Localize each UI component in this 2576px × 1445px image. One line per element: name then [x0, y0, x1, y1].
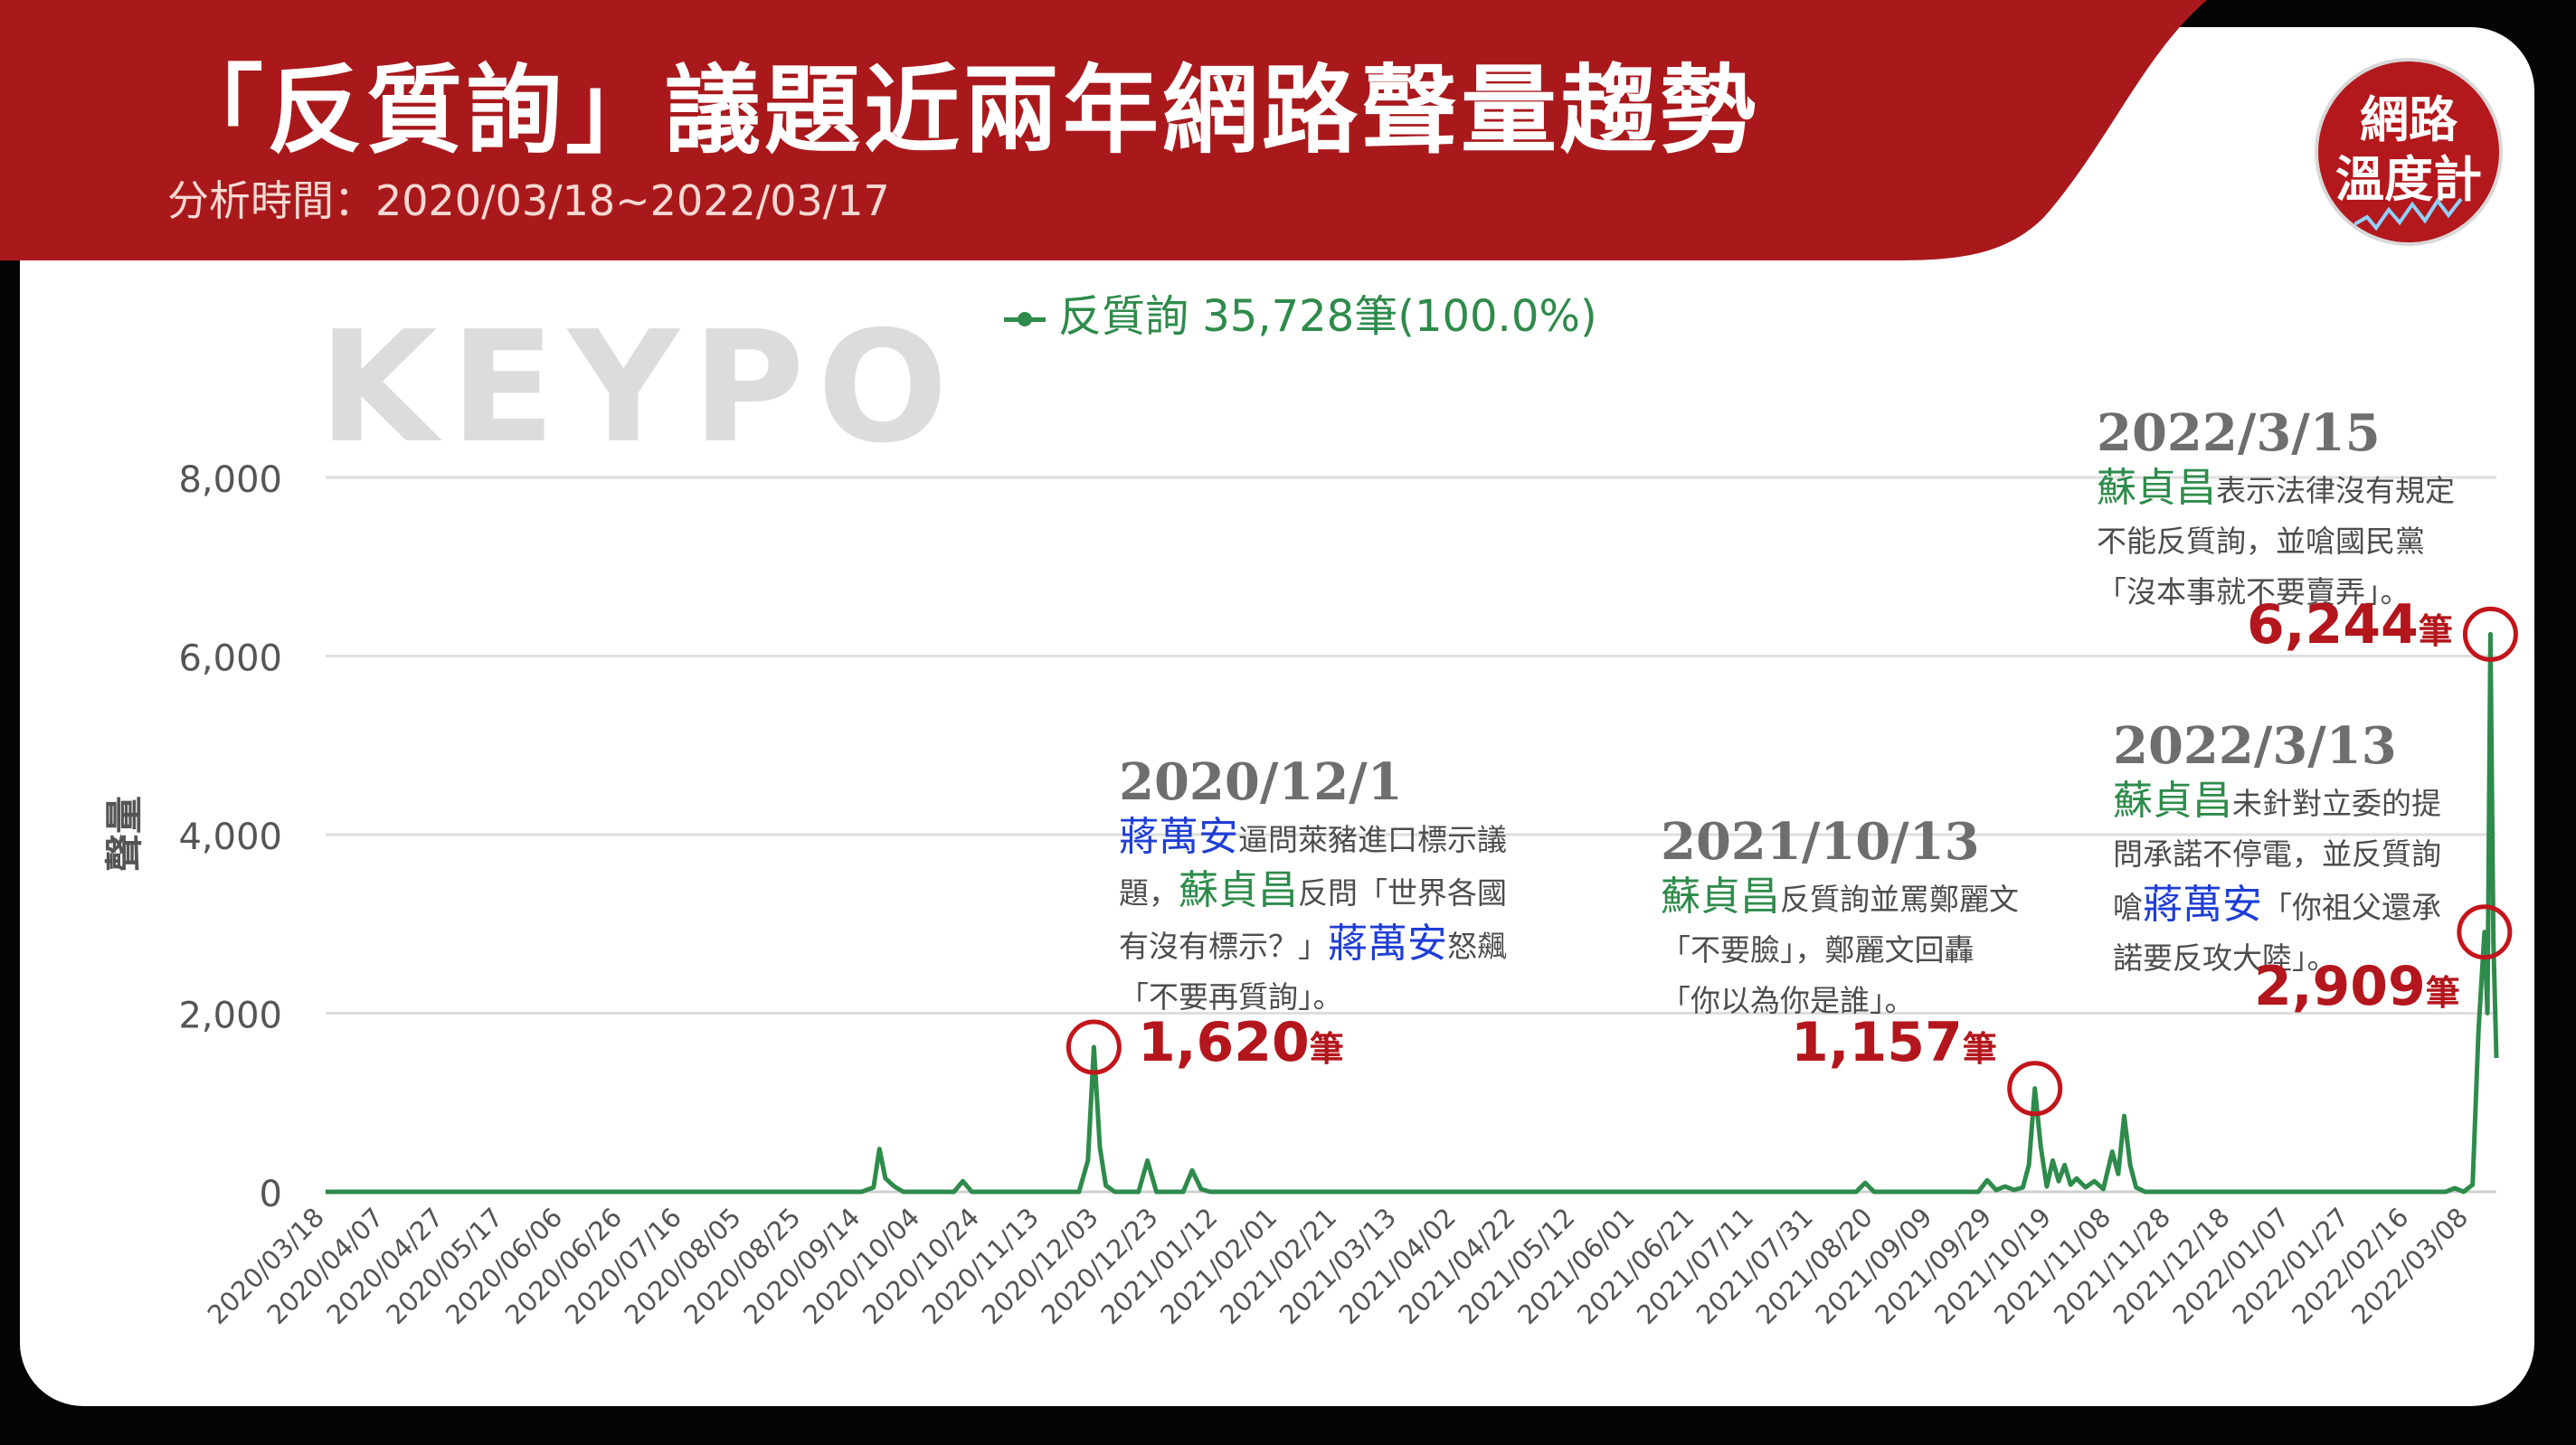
annotation-line: 蘇貞昌表示法律沒有規定 — [2097, 463, 2455, 516]
count-unit: 筆 — [1962, 1029, 1997, 1069]
annotation-line: 嗆蔣萬安「你祖父還承 — [2113, 880, 2441, 933]
annotation-2022-3-13: 2022/3/13 蘇貞昌未針對立委的提 問承諾不停電，並反質詢 嗆蔣萬安「你祖父還… — [2113, 716, 2441, 984]
y-tick-label: 4,000 — [178, 817, 282, 858]
x-axis-ticks: 2020/03/182020/04/072020/04/272020/05/17… — [202, 1202, 2475, 1330]
y-tick-label: 8,000 — [178, 459, 282, 501]
annotation-2020-12-1: 2020/12/1 蔣萬安逼問萊豬進口標示議 題，蘇貞昌反問「世界各國 有沒有標示？… — [1119, 752, 1507, 1023]
annotation-line: 蘇貞昌未針對立委的提 — [2113, 776, 2441, 829]
annotation-date: 2020/12/1 — [1119, 752, 1403, 812]
y-axis-ticks: 0 2,000 4,000 6,000 8,000 — [178, 459, 282, 1215]
person-name: 蘇貞昌 — [2113, 778, 2232, 824]
annotation-count-2020-12-1: 1,620筆 — [1138, 1011, 1344, 1074]
annotation-date: 2022/3/13 — [2113, 716, 2397, 776]
y-tick-label: 6,000 — [178, 638, 282, 680]
annotation-text: 蔣萬安逼問萊豬進口標示議 題，蘇貞昌反問「世界各國 有沒有標示？」蔣萬安怒飆 「不要再… — [1119, 812, 1507, 1023]
person-name: 蘇貞昌 — [1661, 874, 1780, 920]
person-name: 蔣萬安 — [1328, 921, 1447, 967]
y-axis-label: 聲量 — [102, 796, 147, 872]
annotation-text: 蘇貞昌反質詢並罵鄭麗文 「不要臉」，鄭麗文回轟 「你以為你是誰」。 — [1661, 872, 2019, 1026]
annotation-segment: 逼問萊豬進口標示議 — [1238, 822, 1507, 857]
annotation-2022-3-15: 2022/3/15 蘇貞昌表示法律沒有規定 不能反質詢，並嗆國民黨 「沒本事就不要賣… — [2097, 403, 2455, 618]
annotation-segment: 「你祖父還承 — [2262, 890, 2441, 925]
count-value: 1,620 — [1138, 1011, 1310, 1074]
annotation-line: 蔣萬安逼問萊豬進口標示議 — [1119, 812, 1507, 865]
annotation-segment: 反質詢並罵鄭麗文 — [1780, 882, 2019, 917]
person-name: 蘇貞昌 — [2097, 465, 2216, 511]
annotation-segment: 未針對立委的提 — [2232, 786, 2441, 821]
y-tick-label: 2,000 — [178, 996, 282, 1037]
annotation-text: 蘇貞昌未針對立委的提 問承諾不停電，並反質詢 嗆蔣萬安「你祖父還承 諾要反攻大陸」。 — [2113, 776, 2441, 984]
annotation-2021-10-13: 2021/10/13 蘇貞昌反質詢並罵鄭麗文 「不要臉」，鄭麗文回轟 「你以為你是誰… — [1661, 812, 2019, 1026]
annotation-line: 有沒有標示？」蔣萬安怒飆 — [1119, 919, 1507, 972]
annotation-date: 2022/3/15 — [2097, 403, 2381, 463]
annotation-segment: 「不要臉」，鄭麗文回轟 — [1661, 932, 1975, 968]
annotation-segment: 反問「世界各國 — [1298, 875, 1507, 911]
count-unit: 筆 — [2418, 611, 2453, 651]
count-value: 6,244 — [2247, 593, 2419, 656]
annotation-count-2022-3-13: 2,909筆 — [2254, 955, 2460, 1018]
count-unit: 筆 — [2425, 973, 2460, 1013]
annotation-line: 題，蘇貞昌反問「世界各國 — [1119, 865, 1507, 919]
annotation-line: 不能反質詢，並嗆國民黨 — [2097, 516, 2455, 567]
annotation-segment: 怒飆 — [1447, 929, 1507, 964]
annotation-line: 問承諾不停電，並反質詢 — [2113, 829, 2441, 880]
annotation-segment: 有沒有標示？」 — [1119, 929, 1328, 964]
annotation-segment: 不能反質詢，並嗆國民黨 — [2097, 524, 2425, 559]
person-name: 蔣萬安 — [2143, 882, 2262, 928]
annotation-line: 蘇貞昌反質詢並罵鄭麗文 — [1661, 872, 2019, 925]
annotation-segment: 表示法律沒有規定 — [2216, 473, 2455, 508]
count-value: 1,157 — [1791, 1011, 1963, 1074]
annotation-line: 「不要臉」，鄭麗文回轟 — [1661, 925, 2019, 976]
count-unit: 筆 — [1309, 1029, 1344, 1069]
annotation-segment: 「不要再質詢」。 — [1119, 979, 1343, 1015]
y-tick-label: 0 — [260, 1174, 282, 1215]
annotation-segment: 問承諾不停電，並反質詢 — [2113, 836, 2441, 872]
count-value: 2,909 — [2254, 955, 2426, 1018]
person-name: 蔣萬安 — [1119, 814, 1238, 860]
annotation-segment: 題， — [1119, 875, 1179, 911]
annotation-count-2022-3-15: 6,244筆 — [2247, 593, 2453, 656]
person-name: 蘇貞昌 — [1179, 867, 1298, 913]
annotation-count-2021-10-13: 1,157筆 — [1791, 1011, 1997, 1074]
annotation-date: 2021/10/13 — [1661, 812, 1980, 872]
annotation-segment: 嗆 — [2113, 890, 2143, 925]
